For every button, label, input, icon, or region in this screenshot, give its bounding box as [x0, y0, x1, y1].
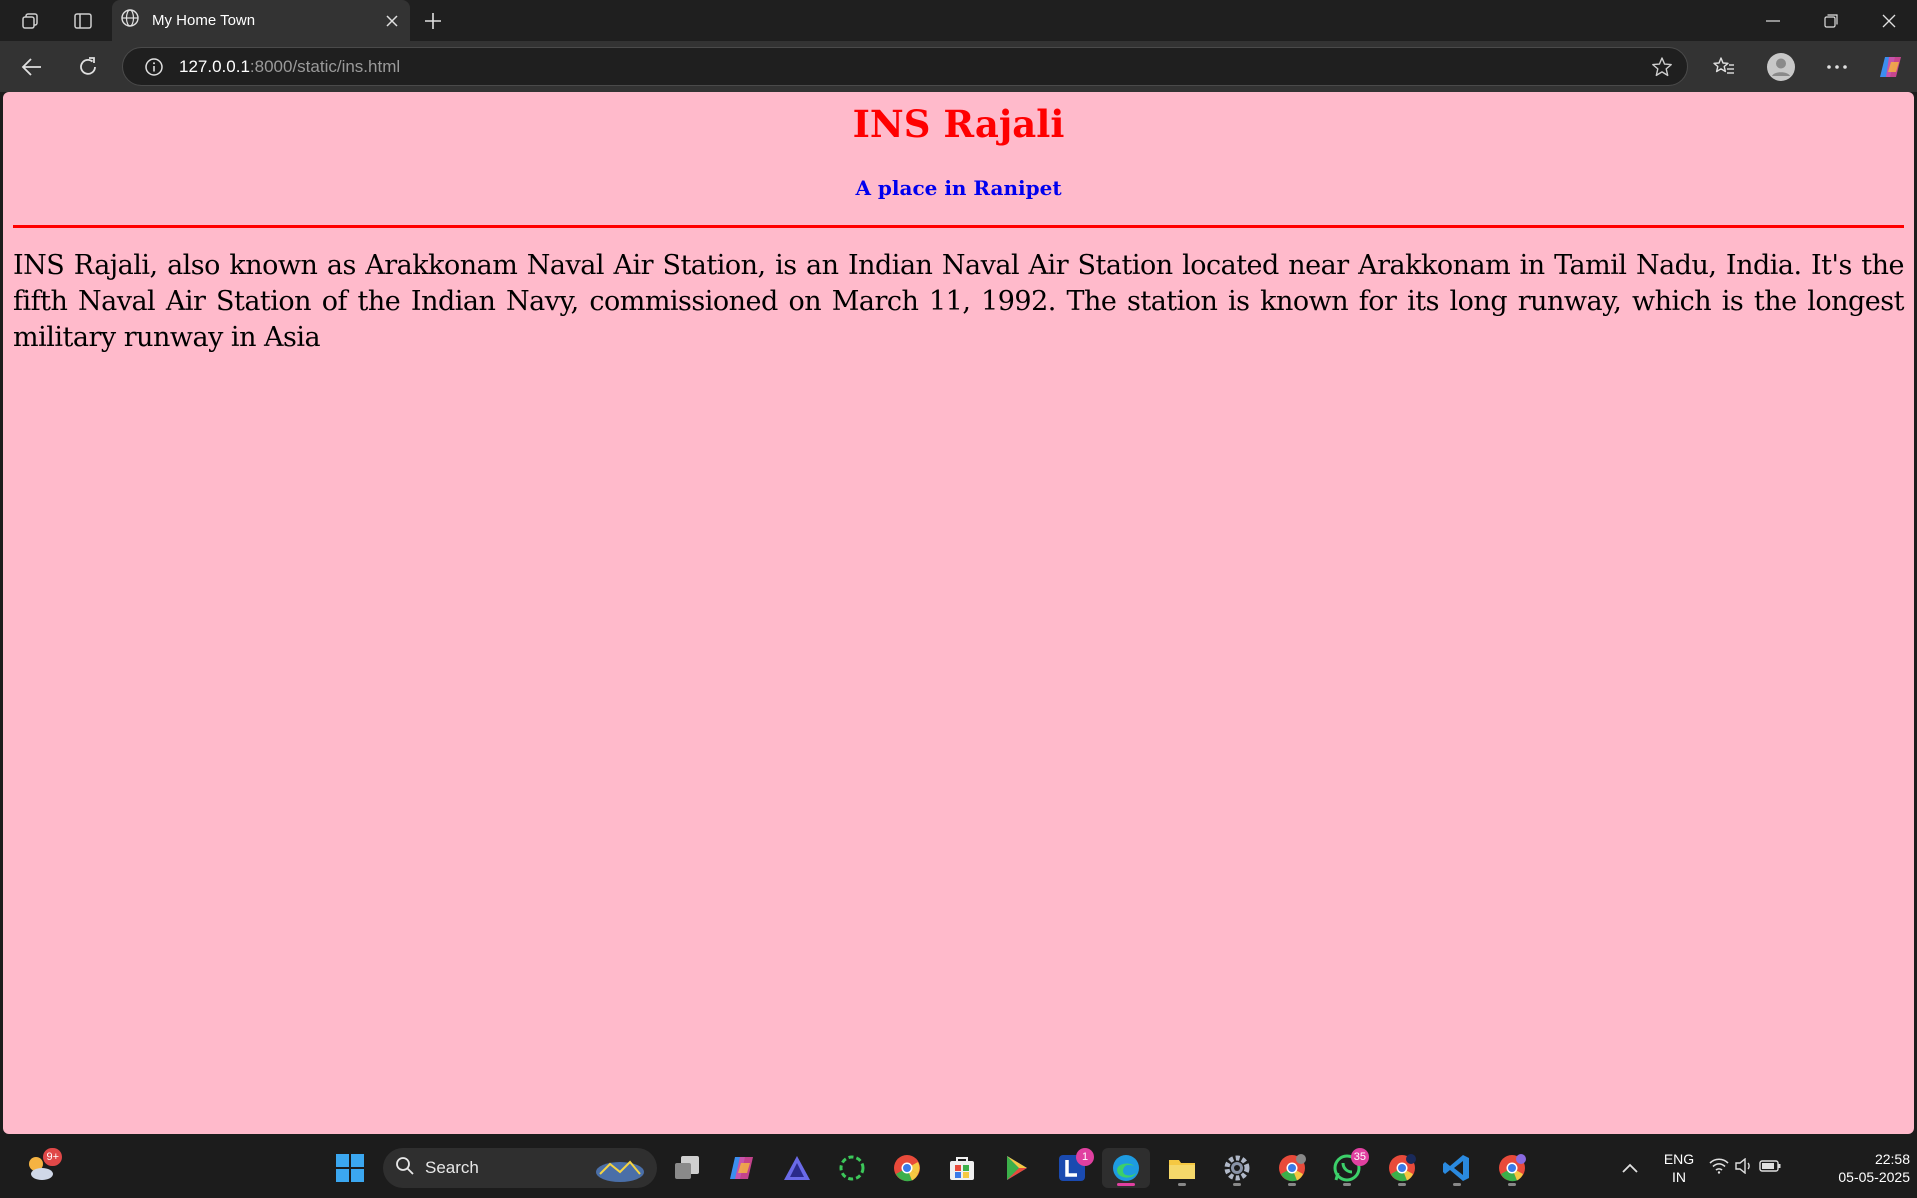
new-tab-icon[interactable] [420, 8, 446, 34]
weather-badge: 9+ [43, 1148, 62, 1166]
google-play-icon[interactable] [997, 1148, 1037, 1188]
volume-icon [1735, 1157, 1753, 1179]
file-explorer-icon[interactable] [1162, 1148, 1202, 1188]
running-indicator [1288, 1183, 1296, 1186]
globe-icon [120, 8, 140, 33]
profile-avatar-icon[interactable] [1764, 50, 1798, 84]
lang-line2: IN [1672, 1169, 1686, 1185]
start-menu-icon[interactable] [330, 1148, 370, 1188]
more-options-icon[interactable] [1820, 50, 1854, 84]
page-content: INS Rajali A place in Ranipet INS Rajali… [3, 92, 1914, 1134]
task-view-icon[interactable] [667, 1148, 707, 1188]
loading-app-icon[interactable] [832, 1148, 872, 1188]
restore-icon[interactable] [1803, 0, 1859, 41]
running-indicator [1508, 1183, 1516, 1186]
favorites-icon[interactable] [1707, 50, 1741, 84]
url-text[interactable]: 127.0.0.1:8000/static/ins.html [179, 57, 400, 77]
address-bar[interactable]: 127.0.0.1:8000/static/ins.html [122, 47, 1688, 86]
refresh-icon[interactable] [72, 51, 104, 83]
browser-toolbar: 127.0.0.1:8000/static/ins.html [0, 41, 1917, 92]
quick-settings[interactable] [1705, 1148, 1785, 1188]
site-info-icon[interactable] [143, 56, 165, 78]
page-subheading: A place in Ranipet [855, 176, 1062, 200]
proton-vpn-icon[interactable] [777, 1148, 817, 1188]
clock-date: 05-05-2025 [1838, 1169, 1910, 1185]
copilot-icon[interactable] [1874, 50, 1908, 84]
search-label: Search [425, 1158, 479, 1177]
description-paragraph: INS Rajali, also known as Arakkonam Nava… [13, 250, 1905, 353]
divider [13, 225, 1904, 228]
running-indicator [1453, 1183, 1461, 1186]
chrome-profile-3-icon[interactable] [1492, 1148, 1532, 1188]
battery-icon [1759, 1159, 1781, 1177]
favorite-star-icon[interactable] [1651, 56, 1673, 78]
running-indicator [1233, 1183, 1241, 1186]
workspaces-icon[interactable] [18, 8, 44, 34]
search-highlight-icon [595, 1154, 645, 1187]
running-indicator [1398, 1183, 1406, 1186]
language-indicator[interactable]: ENG IN [1655, 1150, 1703, 1186]
taskbar-search[interactable]: Search [383, 1148, 657, 1188]
chrome-profile-2-icon[interactable] [1382, 1148, 1422, 1188]
settings-gear-icon[interactable] [1217, 1148, 1257, 1188]
url-host: 127.0.0.1 [179, 56, 250, 76]
vscode-icon[interactable] [1437, 1148, 1477, 1188]
page-heading: INS Rajali [852, 102, 1065, 146]
active-indicator [1117, 1183, 1135, 1186]
close-window-icon[interactable] [1861, 0, 1917, 41]
running-indicator [1178, 1183, 1186, 1186]
whatsapp-icon[interactable]: 35 [1327, 1148, 1369, 1188]
browser-titlebar: My Home Town [0, 0, 1917, 41]
close-tab-icon[interactable] [380, 9, 404, 33]
chrome-profile-1-icon[interactable] [1272, 1148, 1312, 1188]
lang-line1: ENG [1663, 1151, 1695, 1167]
tab-my-home-town[interactable]: My Home Town [112, 0, 410, 41]
chrome-icon[interactable] [887, 1148, 927, 1188]
tab-title: My Home Town [152, 12, 256, 29]
back-arrow-icon[interactable] [16, 51, 48, 83]
l-app-icon[interactable]: 1 [1052, 1148, 1094, 1188]
search-icon [395, 1156, 415, 1181]
show-hidden-icons-chevron-icon[interactable] [1610, 1148, 1650, 1188]
weather-widget-icon[interactable]: 9+ [20, 1148, 62, 1188]
url-path: :8000/static/ins.html [249, 56, 401, 76]
clock[interactable]: 22:58 05-05-2025 [1810, 1150, 1910, 1186]
clock-time: 22:58 [1874, 1151, 1910, 1167]
vertical-tabs-icon[interactable] [70, 8, 96, 34]
running-indicator [1343, 1183, 1351, 1186]
copilot-taskbar-icon[interactable] [722, 1148, 762, 1188]
minimize-icon[interactable] [1745, 0, 1801, 41]
whatsapp-badge: 35 [1350, 1148, 1369, 1166]
l-app-badge: 1 [1076, 1148, 1094, 1166]
wifi-icon [1709, 1157, 1729, 1179]
windows-taskbar: 9+ Search 1 35 ENG IN 22:58 05-05-2025 [0, 1138, 1917, 1198]
edge-icon[interactable] [1102, 1148, 1150, 1188]
microsoft-store-icon[interactable] [942, 1148, 982, 1188]
